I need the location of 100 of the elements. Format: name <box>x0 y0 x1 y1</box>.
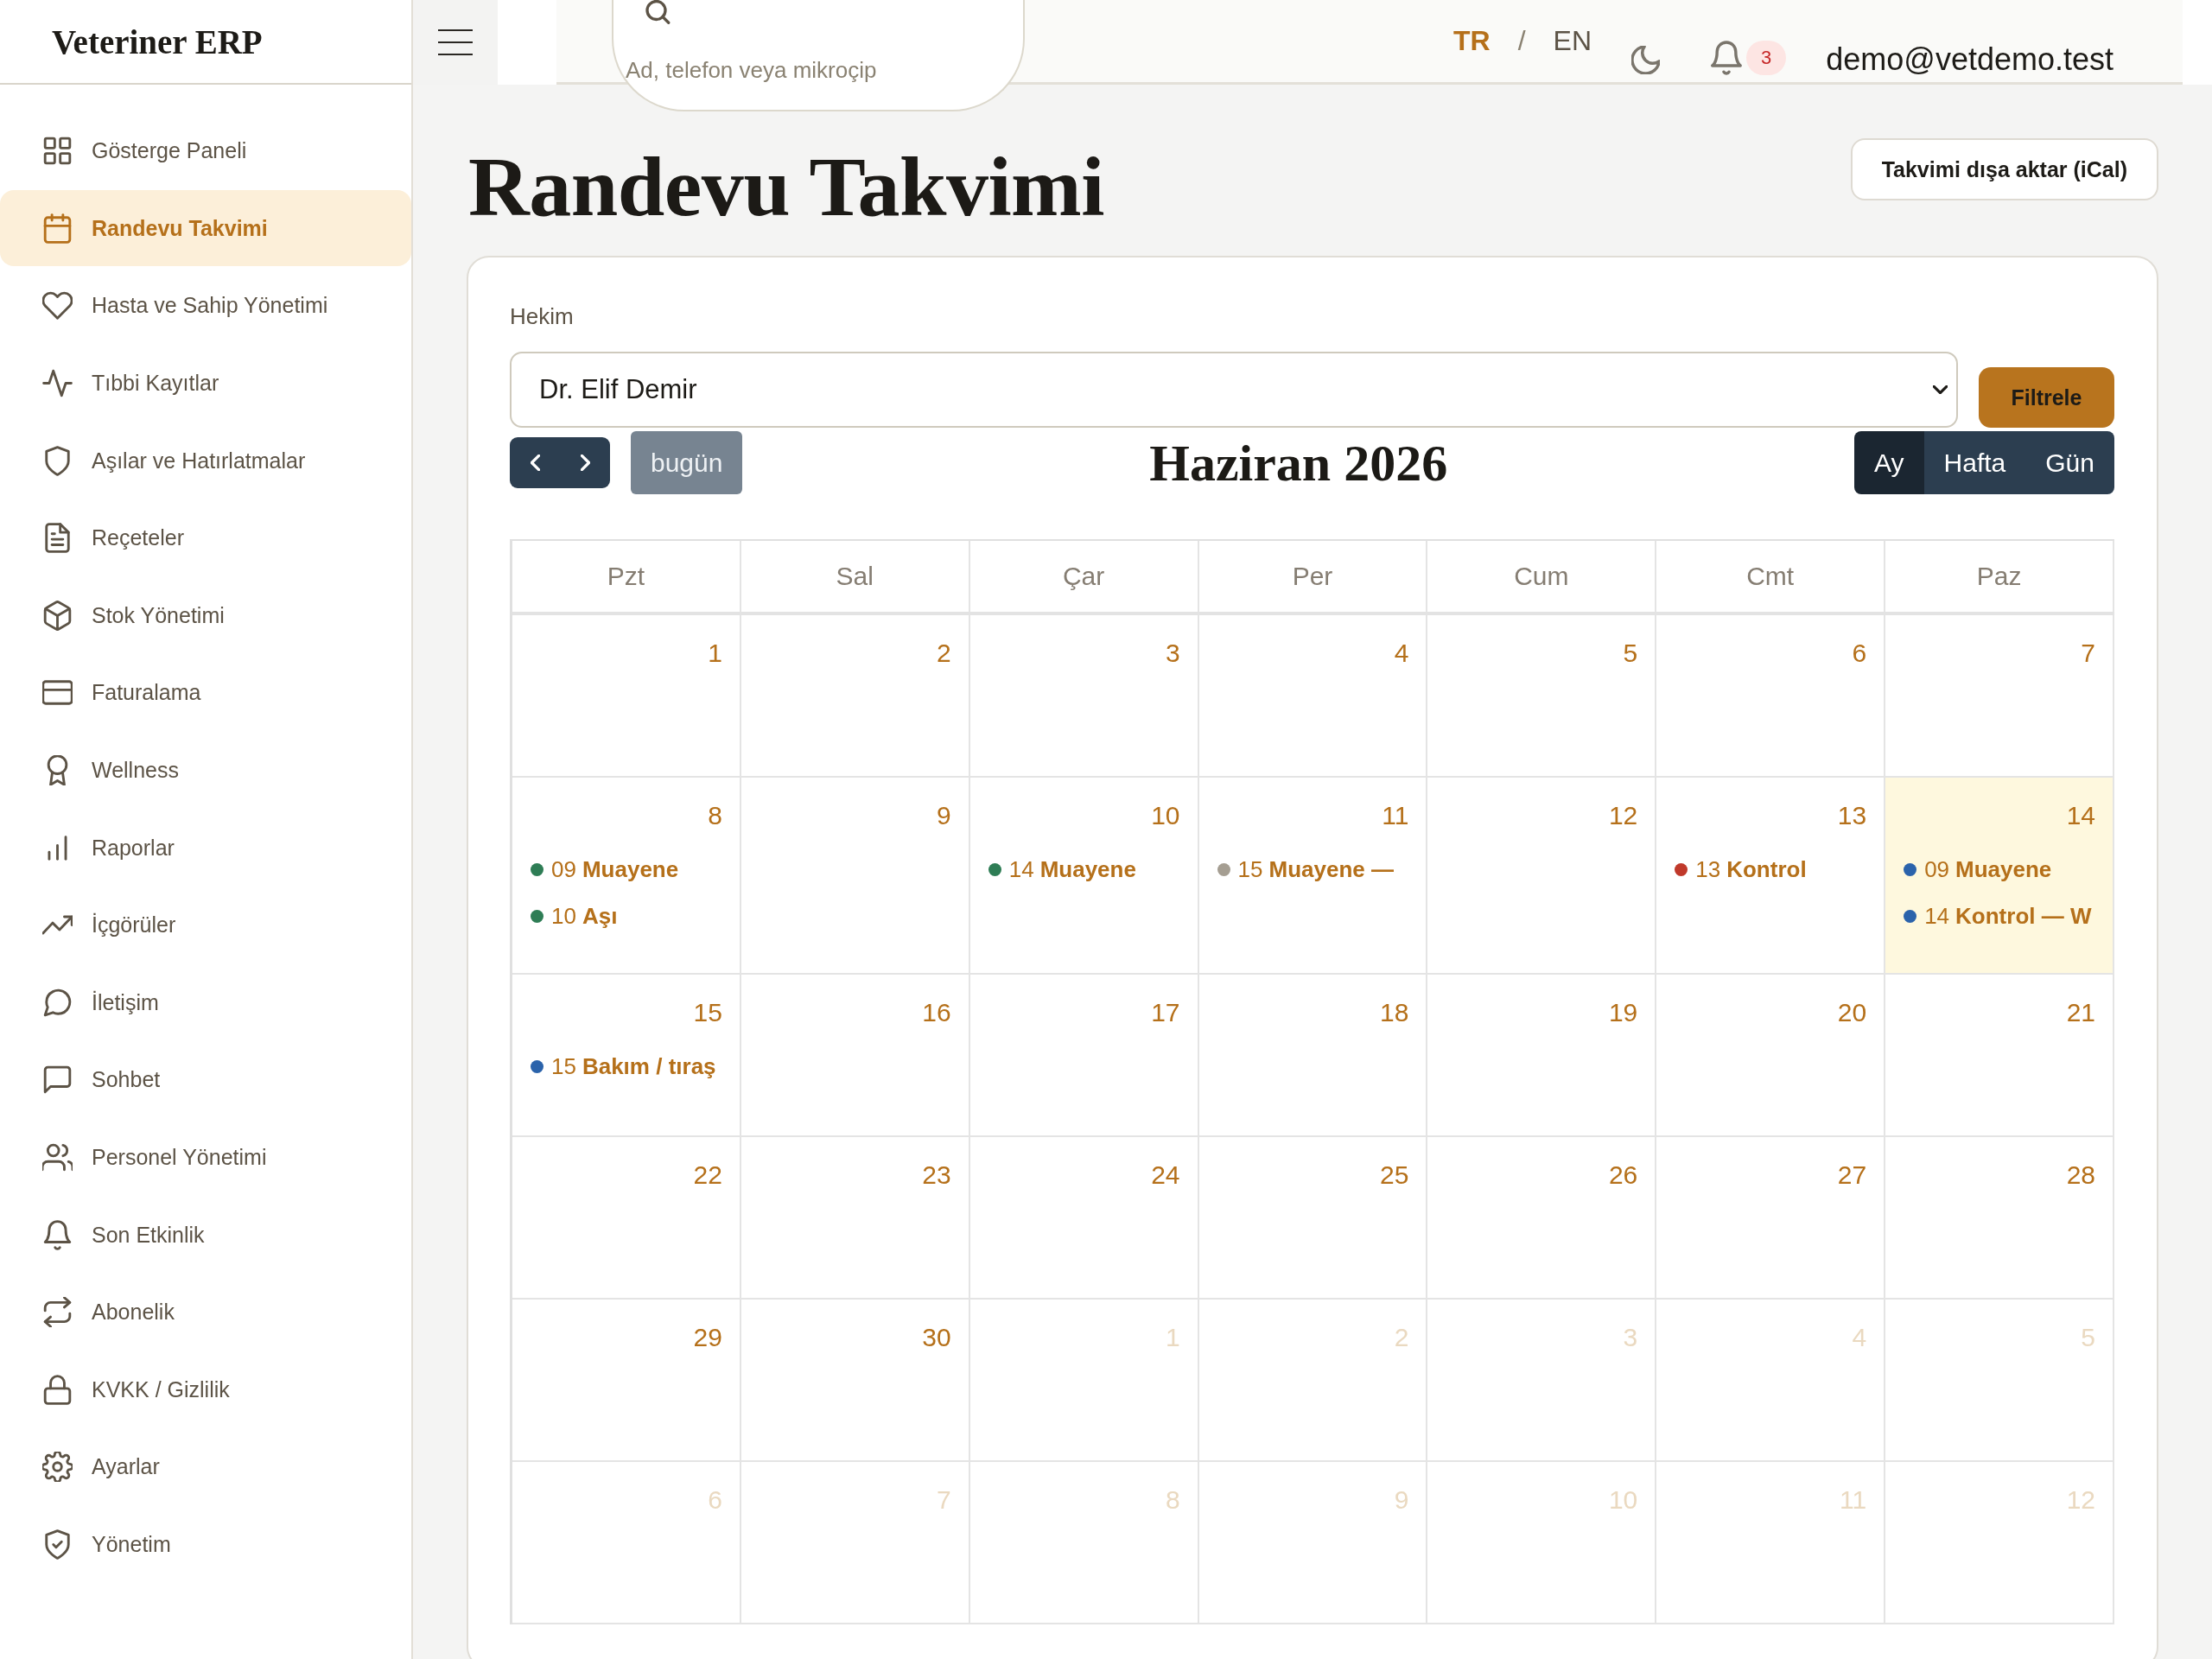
sidebar-nav-item[interactable]: Hasta ve Sahip Yönetimi <box>0 267 411 345</box>
day-number[interactable]: 11 <box>1217 798 1409 833</box>
pulse-icon <box>42 368 73 399</box>
calendar-event[interactable]: 15 Muayene — <box>1217 852 1394 887</box>
filter-button[interactable]: Filtrele <box>1979 367 2114 428</box>
sidebar-nav-item[interactable]: Ayarlar <box>0 1428 411 1506</box>
language-separator: / <box>1517 24 1526 57</box>
day-number[interactable]: 9 <box>759 798 951 833</box>
calendar-event[interactable]: 15 Bakım / tıraş <box>531 1049 716 1084</box>
calendar-event[interactable]: 10 Aşı <box>531 899 618 933</box>
sidebar-nav-item[interactable]: Wellness <box>0 731 411 810</box>
day-number[interactable]: 2 <box>759 636 951 671</box>
day-number[interactable]: 26 <box>1446 1158 1638 1192</box>
day-number[interactable]: 16 <box>759 995 951 1030</box>
document-icon <box>42 523 73 554</box>
weekday-header: Pzt <box>512 541 741 612</box>
user-email[interactable]: demo@vetdemo.test <box>1826 41 2113 78</box>
export-button[interactable]: Takvimi dışa aktar (iCal) <box>1850 138 2158 200</box>
day-number[interactable]: 1 <box>531 636 722 671</box>
sidebar-nav-item[interactable]: KVKK / Gizlilik <box>0 1351 411 1429</box>
day-number[interactable]: 10 <box>988 798 1180 833</box>
sidebar-nav-item[interactable]: Randevu Takvimi <box>0 190 411 267</box>
day-number[interactable]: 19 <box>1446 995 1638 1030</box>
sidebar-nav-item[interactable]: Reçeteler <box>0 499 411 577</box>
day-number[interactable]: 4 <box>1217 636 1409 671</box>
sidebar-nav-item[interactable]: Sohbet <box>0 1041 411 1119</box>
day-number[interactable]: 22 <box>531 1158 722 1192</box>
day-number[interactable]: 15 <box>531 995 722 1030</box>
cube-icon <box>42 600 73 631</box>
sidebar-nav-item[interactable]: Raporlar <box>0 809 411 887</box>
day-number[interactable]: 5 <box>1446 636 1638 671</box>
grid-icon <box>42 136 73 167</box>
view-tab[interactable]: Gün <box>2025 431 2114 494</box>
people-icon <box>42 1142 73 1173</box>
doctor-select[interactable]: Dr. Elif Demir <box>510 352 1958 428</box>
chat-bubble-icon <box>42 1065 73 1096</box>
day-number[interactable]: 23 <box>759 1158 951 1192</box>
day-number[interactable]: 29 <box>531 1320 722 1355</box>
field-label: Hekim <box>510 302 575 330</box>
sidebar-nav-item[interactable]: Aşılar ve Hatırlatmalar <box>0 422 411 499</box>
sidebar-nav-item[interactable]: Faturalama <box>0 654 411 732</box>
calendar-event[interactable]: 09 Muayene <box>531 852 679 887</box>
sidebar-nav-item[interactable]: Son Etkinlik <box>0 1196 411 1274</box>
calendar-event[interactable]: 14 Kontrol — W <box>1904 899 2092 933</box>
calendar-event[interactable]: 09 Muayene <box>1904 852 2052 887</box>
sidebar-nav-item[interactable]: Stok Yönetimi <box>0 576 411 655</box>
weekday-header: Paz <box>1885 541 2114 612</box>
day-number[interactable]: 27 <box>1675 1158 1867 1192</box>
day-number[interactable]: 24 <box>988 1158 1180 1192</box>
sidebar-nav-item[interactable]: Abonelik <box>0 1273 411 1351</box>
padlock-icon <box>42 1374 73 1405</box>
chevron-down-icon <box>1933 385 1948 394</box>
sidebar-nav-item[interactable]: Gösterge Paneli <box>0 112 411 190</box>
day-number[interactable]: 8 <box>531 798 722 833</box>
shield-icon <box>42 445 73 476</box>
heart-icon <box>42 290 73 321</box>
day-number[interactable]: 13 <box>1675 798 1867 833</box>
page-title: Randevu Takvimi <box>468 140 1104 233</box>
day-number[interactable]: 17 <box>988 995 1180 1030</box>
previous-button[interactable] <box>510 437 560 488</box>
view-tab[interactable]: Hafta <box>1923 431 2026 494</box>
moon-icon[interactable] <box>1631 46 1661 74</box>
calendar-event[interactable]: 14 Muayene <box>988 852 1136 887</box>
day-number[interactable]: 20 <box>1675 995 1867 1030</box>
calendar-title: Haziran 2026 <box>1149 433 1448 493</box>
day-number[interactable]: 7 <box>1904 636 2095 671</box>
language-option[interactable]: EN <box>1553 24 1592 57</box>
day-number[interactable]: 6 <box>1675 636 1867 671</box>
weekday-header: Per <box>1198 541 1428 612</box>
menu-button[interactable] <box>413 0 498 85</box>
sidebar-nav-item[interactable]: Tıbbi Kayıtlar <box>0 344 411 423</box>
day-number[interactable]: 18 <box>1217 995 1409 1030</box>
day-number[interactable]: 28 <box>1904 1158 2095 1192</box>
day-number[interactable]: 30 <box>759 1320 951 1355</box>
repeat-arrows-icon <box>42 1297 73 1328</box>
sidebar-nav-item[interactable]: İletişim <box>0 963 411 1042</box>
next-button[interactable] <box>560 437 610 488</box>
notification-badge: 3 <box>1746 41 1787 75</box>
chevron-left-icon <box>530 454 540 471</box>
sidebar-nav-item[interactable]: Personel Yönetimi <box>0 1118 411 1197</box>
day-number[interactable]: 21 <box>1904 995 2095 1030</box>
view-tab[interactable]: Ay <box>1854 431 1924 494</box>
speech-bubble-icon <box>42 987 73 1018</box>
sidebar-nav-item[interactable]: İçgörüler <box>0 886 411 964</box>
calendar-event[interactable]: 13 Kontrol <box>1675 852 1807 887</box>
search-icon <box>645 0 671 26</box>
calendar-icon <box>42 213 73 244</box>
app-logo: Veteriner ERP <box>52 22 263 61</box>
sidebar-nav-item[interactable]: Yönetim <box>0 1505 411 1584</box>
day-number[interactable]: 14 <box>1904 798 2095 833</box>
search-field[interactable]: Ad, telefon veya mikroçip <box>612 0 1025 111</box>
weekday-header: Çar <box>969 541 1199 612</box>
day-number[interactable]: 25 <box>1217 1158 1409 1192</box>
bell-icon <box>42 1219 73 1250</box>
weekday-header: Cmt <box>1656 541 1886 612</box>
settings-icon <box>42 1452 73 1483</box>
language-option[interactable]: TR <box>1453 24 1491 57</box>
day-number[interactable]: 12 <box>1446 798 1638 833</box>
day-number[interactable]: 3 <box>988 636 1180 671</box>
bell-icon[interactable] <box>1711 41 1743 75</box>
